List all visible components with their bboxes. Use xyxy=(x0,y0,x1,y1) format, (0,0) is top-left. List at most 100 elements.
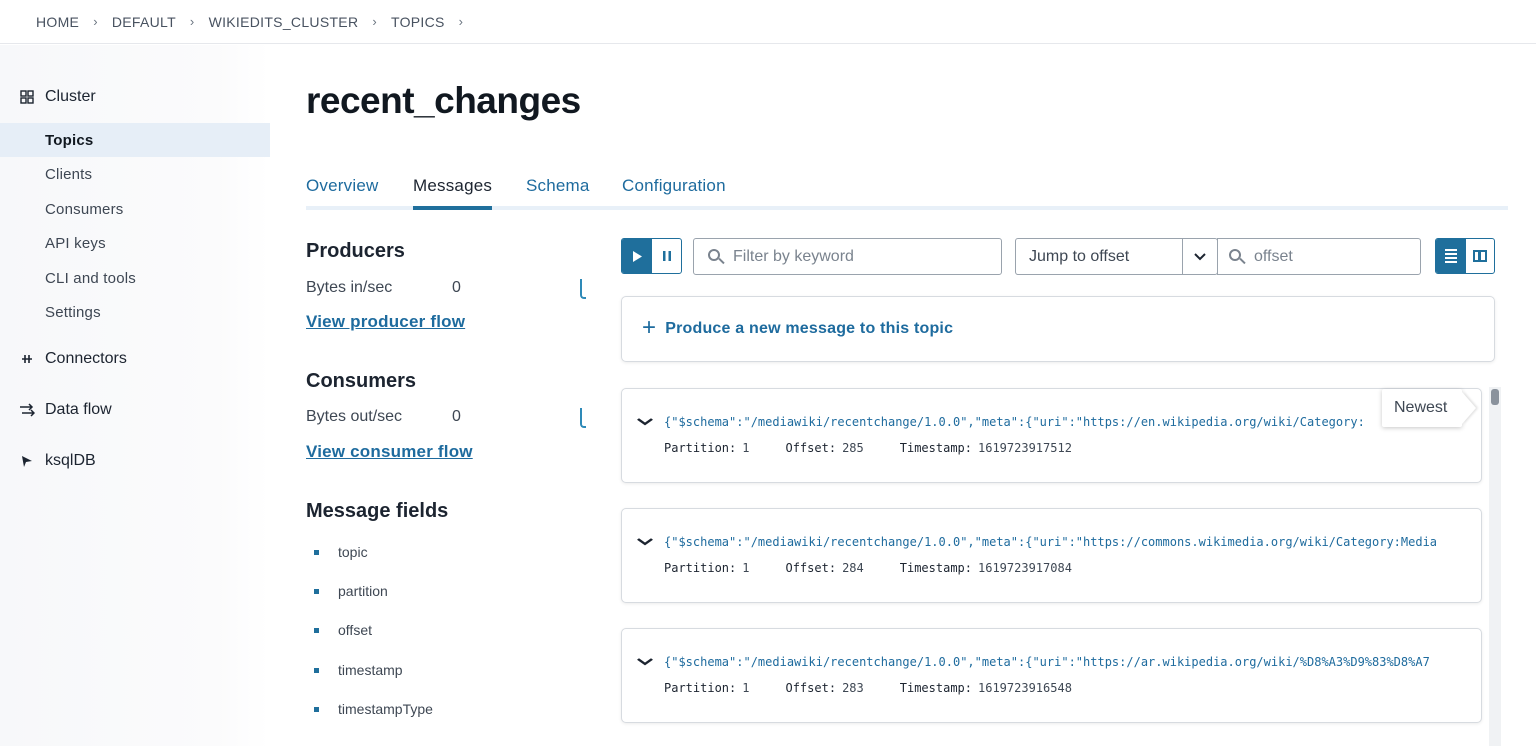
sidebar: Cluster Topics Clients Consumers API key… xyxy=(0,45,270,746)
partition-value: 1 xyxy=(742,681,750,695)
timestamp-value: 1619723917084 xyxy=(978,561,1072,575)
chevron-down-icon[interactable] xyxy=(637,534,654,549)
offset-label: Offset: xyxy=(785,561,837,575)
breadcrumb-cluster[interactable]: WIKIEDITS_CLUSTER xyxy=(209,14,359,30)
bullet-icon xyxy=(314,549,319,555)
consumers-heading: Consumers xyxy=(306,370,417,392)
offset-value: 285 xyxy=(842,441,864,455)
bytes-out-value: 0 xyxy=(452,408,461,425)
play-button[interactable] xyxy=(622,239,652,273)
field-label: timestampType xyxy=(338,701,433,717)
field-item[interactable]: topic xyxy=(314,544,368,560)
tab-messages[interactable]: Messages xyxy=(413,176,492,196)
tab-schema[interactable]: Schema xyxy=(526,176,590,196)
sidebar-item-topics[interactable]: Topics xyxy=(0,123,270,157)
producers-heading: Producers xyxy=(306,240,405,262)
chevron-right-icon: › xyxy=(458,14,464,29)
partition-value: 1 xyxy=(742,561,750,575)
field-item[interactable]: offset xyxy=(314,622,372,638)
chevron-right-icon: › xyxy=(372,14,377,29)
page-title: recent_changes xyxy=(306,80,581,121)
message-body: {"$schema":"/mediawiki/recentchange/1.0.… xyxy=(664,415,1365,429)
field-label: timestamp xyxy=(338,662,403,678)
offset-label: Offset: xyxy=(785,681,837,695)
breadcrumb-default[interactable]: DEFAULT xyxy=(112,14,176,30)
view-consumer-flow-link[interactable]: View consumer flow xyxy=(306,442,473,462)
bytes-in-value: 0 xyxy=(452,279,461,296)
offset-value: 283 xyxy=(842,681,864,695)
sidebar-item-cli-and-tools[interactable]: CLI and tools xyxy=(0,261,270,295)
message-body: {"$schema":"/mediawiki/recentchange/1.0.… xyxy=(664,655,1430,669)
offset-label: Offset: xyxy=(785,441,837,455)
chevron-down-icon[interactable] xyxy=(637,654,654,669)
field-item[interactable]: partition xyxy=(314,583,388,599)
view-producer-flow-link[interactable]: View producer flow xyxy=(306,312,465,332)
sidebar-item-consumers[interactable]: Consumers xyxy=(0,192,270,226)
sidebar-item-api-keys[interactable]: API keys xyxy=(0,226,270,260)
sidebar-group-label: Data flow xyxy=(45,401,112,418)
message-card[interactable]: {"$schema":"/mediawiki/recentchange/1.0.… xyxy=(621,388,1482,483)
newest-tooltip: Newest xyxy=(1382,389,1462,427)
message-fields-heading: Message fields xyxy=(306,500,449,522)
breadcrumb-topics[interactable]: TOPICS xyxy=(391,14,445,30)
sidebar-item-settings[interactable]: Settings xyxy=(0,295,270,329)
offset-input[interactable]: offset xyxy=(1217,238,1421,275)
produce-label: Produce a new message to this topic xyxy=(665,320,954,337)
bullet-icon xyxy=(314,627,319,633)
partition-label: Partition: xyxy=(664,681,737,695)
timestamp-label: Timestamp: xyxy=(899,441,972,455)
playback-controls xyxy=(621,238,682,274)
timestamp-value: 1619723916548 xyxy=(978,681,1072,695)
pause-icon xyxy=(662,251,671,261)
jump-to-offset-select[interactable]: Jump to offset xyxy=(1015,238,1218,275)
breadcrumb: HOME › DEFAULT › WIKIEDITS_CLUSTER › TOP… xyxy=(0,0,1536,44)
tab-overview[interactable]: Overview xyxy=(306,176,378,196)
grid-icon xyxy=(18,88,36,106)
split-view-button[interactable] xyxy=(1466,239,1494,273)
offset-placeholder: offset xyxy=(1254,247,1293,265)
field-item[interactable]: timestampType xyxy=(314,701,433,717)
timestamp-label: Timestamp: xyxy=(899,561,972,575)
message-card[interactable]: {"$schema":"/mediawiki/recentchange/1.0.… xyxy=(621,628,1482,723)
consumer-sparkline xyxy=(580,408,586,428)
bullet-icon xyxy=(314,667,319,673)
offset-value: 284 xyxy=(842,561,864,575)
message-meta: Partition: 1 Offset: 284 Timestamp: 1619723… xyxy=(664,561,1108,575)
scrollbar-thumb[interactable] xyxy=(1491,389,1499,405)
filter-placeholder: Filter by keyword xyxy=(733,247,854,265)
partition-value: 1 xyxy=(742,441,750,455)
message-card[interactable]: {"$schema":"/mediawiki/recentchange/1.0.… xyxy=(621,508,1482,603)
sidebar-item-clients[interactable]: Clients xyxy=(0,157,270,191)
chevron-down-icon[interactable] xyxy=(1183,239,1217,274)
field-item[interactable]: timestamp xyxy=(314,662,403,678)
sidebar-group-data-flow[interactable]: Data flow xyxy=(18,401,112,419)
field-label: topic xyxy=(338,544,368,560)
field-label: partition xyxy=(338,583,388,599)
message-meta: Partition: 1 Offset: 285 Timestamp: 1619723… xyxy=(664,441,1108,455)
view-toggle xyxy=(1435,238,1495,274)
message-body: {"$schema":"/mediawiki/recentchange/1.0.… xyxy=(664,535,1438,549)
list-view-button[interactable] xyxy=(1436,239,1466,273)
data-flow-icon xyxy=(18,401,36,419)
play-icon xyxy=(633,250,642,262)
plus-icon: + xyxy=(642,313,657,341)
topic-tabs: Overview Messages Schema Configuration xyxy=(306,160,1508,210)
produce-message-button[interactable]: + Produce a new message to this topic xyxy=(621,296,1495,362)
bytes-in-label: Bytes in/sec xyxy=(306,279,393,296)
message-list-scrollbar[interactable] xyxy=(1489,387,1501,746)
message-meta: Partition: 1 Offset: 283 Timestamp: 1619723… xyxy=(664,681,1108,695)
bullet-icon xyxy=(314,706,319,712)
breadcrumb-home[interactable]: HOME xyxy=(36,14,79,30)
sidebar-group-ksqldb[interactable]: ksqlDB xyxy=(18,452,96,470)
sidebar-group-connectors[interactable]: Connectors xyxy=(18,350,127,368)
pause-button[interactable] xyxy=(652,239,681,273)
chevron-right-icon: › xyxy=(93,14,98,29)
split-view-icon xyxy=(1473,250,1487,262)
sidebar-group-label: Connectors xyxy=(45,350,127,367)
sidebar-group-label: ksqlDB xyxy=(45,452,96,469)
chevron-down-icon[interactable] xyxy=(637,414,654,429)
sidebar-group-cluster[interactable]: Cluster xyxy=(18,88,96,106)
tab-configuration[interactable]: Configuration xyxy=(622,176,726,196)
timestamp-value: 1619723917512 xyxy=(978,441,1072,455)
filter-keyword-input[interactable]: Filter by keyword xyxy=(693,238,1002,275)
